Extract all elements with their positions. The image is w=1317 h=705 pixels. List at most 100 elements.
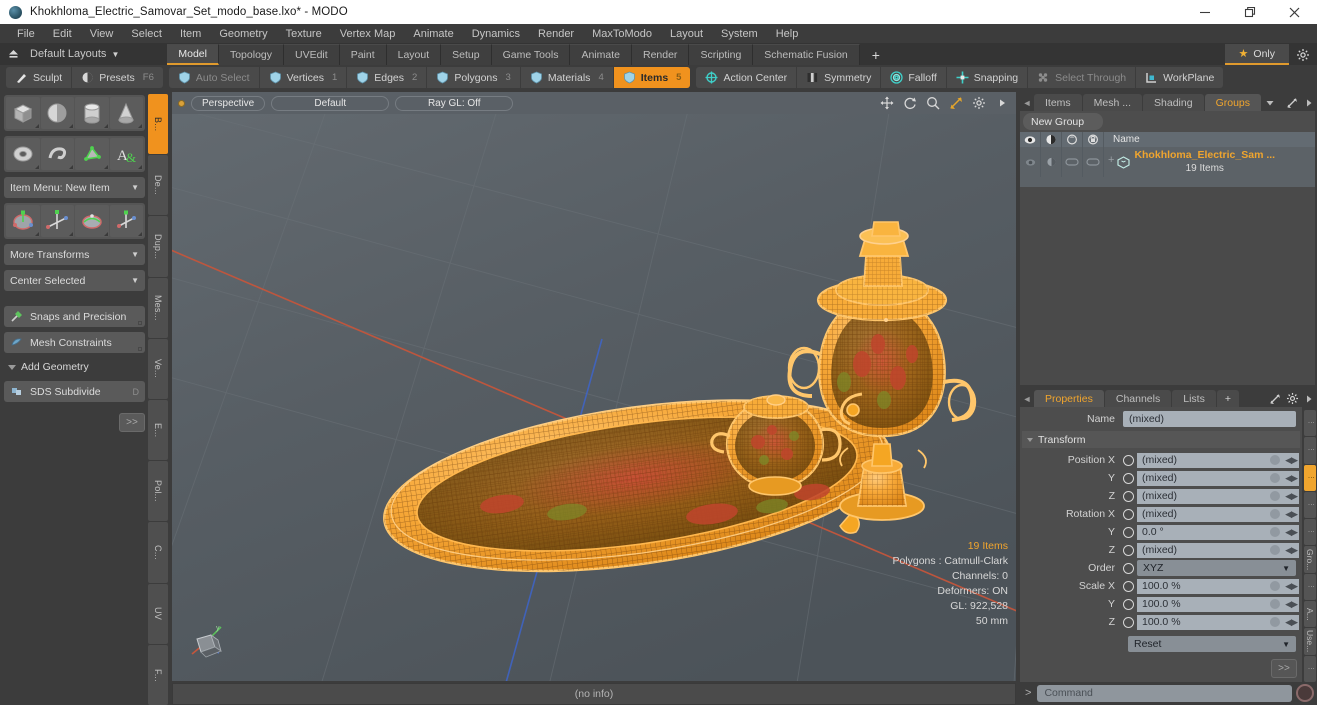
mode-button-presets[interactable]: Presets F6 (71, 67, 163, 88)
render-icon[interactable] (1062, 132, 1083, 147)
tab-mesh[interactable]: Mesh ... (1082, 94, 1143, 111)
menu-item-edit[interactable]: Edit (44, 24, 81, 44)
transform-field-2-channel-dot[interactable] (1123, 490, 1134, 502)
viewport-projection-button[interactable]: Perspective (191, 95, 266, 111)
row-render-toggle[interactable] (1062, 147, 1083, 177)
mode-button-vertices[interactable]: Vertices 1 (258, 67, 347, 88)
transform-field-3-channel-dot[interactable] (1123, 508, 1134, 520)
mode-button-edges[interactable]: Edges 2 (346, 67, 426, 88)
mode-button-items[interactable]: Items 5 (612, 67, 691, 88)
order-channel-dot[interactable] (1123, 562, 1134, 574)
transform-field-1-stepper[interactable]: ◀▶ (1285, 473, 1298, 484)
menu-item-vertex-map[interactable]: Vertex Map (331, 24, 405, 44)
transform-field-1-input[interactable]: (mixed) ◀▶ (1137, 470, 1299, 486)
transform-field-1-channel-dot[interactable] (1123, 472, 1134, 484)
expand-toolbox-button[interactable]: >> (119, 413, 145, 432)
sphere-icon[interactable] (40, 97, 74, 129)
transform-field-2-anim-dot[interactable] (1270, 491, 1280, 501)
shade-icon[interactable] (1041, 132, 1062, 147)
scale-field-2-input[interactable]: 100.0 % ◀▶ (1137, 614, 1299, 630)
transform-field-1-anim-dot[interactable] (1270, 473, 1280, 483)
row-eye-toggle[interactable] (1020, 147, 1041, 177)
left-vtab-e[interactable]: E... (148, 400, 168, 461)
new-group-button[interactable]: New Group (1023, 113, 1103, 130)
default-layouts-dropdown[interactable]: Default Layouts ▼ (26, 44, 127, 65)
transform-field-3-stepper[interactable]: ◀▶ (1285, 509, 1298, 520)
menu-item-file[interactable]: File (8, 24, 44, 44)
left-vtab-uv[interactable]: UV (148, 583, 168, 644)
chevron-left-icon[interactable]: ◄ (1021, 94, 1033, 111)
record-icon[interactable] (1296, 684, 1314, 702)
viewport-state-dot[interactable] (178, 99, 185, 107)
transform-field-0-stepper[interactable]: ◀▶ (1285, 455, 1298, 466)
cylinder-icon[interactable] (75, 97, 109, 129)
layout-tab-setup[interactable]: Setup (441, 44, 492, 65)
menu-item-select[interactable]: Select (122, 24, 171, 44)
mode-button-snapping[interactable]: Snapping (945, 67, 1027, 88)
resize-handle[interactable] (138, 347, 142, 351)
scale-field-1-channel-dot[interactable] (1123, 598, 1134, 610)
transform-field-0-channel-dot[interactable] (1123, 454, 1134, 466)
transform-field-3-input[interactable]: (mixed) ◀▶ (1137, 506, 1299, 522)
row-shade-toggle[interactable] (1041, 147, 1062, 177)
menu-item-item[interactable]: Item (171, 24, 210, 44)
prop-vtab-1[interactable]: ⋮ (1304, 437, 1316, 464)
prop-vtab-5[interactable]: Gro... (1304, 546, 1316, 573)
spiral-icon[interactable] (40, 138, 74, 170)
command-input[interactable]: Command (1037, 684, 1292, 702)
scale-field-0-anim-dot[interactable] (1270, 581, 1280, 591)
menu-item-help[interactable]: Help (767, 24, 808, 44)
expand-icon[interactable] (1284, 94, 1300, 111)
row-lock-toggle[interactable] (1083, 147, 1104, 177)
scale-field-2-channel-dot[interactable] (1123, 616, 1134, 628)
layout-tab-topology[interactable]: Topology (218, 44, 284, 65)
more-transforms-dropdown[interactable]: More Transforms ▼ (4, 244, 145, 265)
tab-add[interactable]: + (1216, 390, 1239, 407)
layout-tab-paint[interactable]: Paint (339, 44, 387, 65)
scale-field-1-anim-dot[interactable] (1270, 599, 1280, 609)
menu-item-maxtomodo[interactable]: MaxToModo (583, 24, 661, 44)
prop-vtab-6[interactable]: ⋮ (1304, 573, 1316, 601)
cube-icon[interactable] (6, 97, 40, 129)
axis-orientation-cube[interactable]: y (188, 621, 234, 663)
tab-groups[interactable]: Groups (1204, 94, 1262, 111)
prop-vtab-4[interactable]: ⋮ (1304, 519, 1316, 546)
layout-tab-game-tools[interactable]: Game Tools (491, 44, 571, 65)
order-dropdown[interactable]: XYZ ▼ (1137, 560, 1296, 576)
menu-item-animate[interactable]: Animate (404, 24, 462, 44)
viewport-style-button[interactable]: Default (271, 95, 390, 111)
zoom-icon[interactable] (924, 95, 941, 112)
transform-field-3-anim-dot[interactable] (1270, 509, 1280, 519)
tab-items[interactable]: Items (1034, 94, 1082, 111)
menu-item-geometry[interactable]: Geometry (210, 24, 276, 44)
scale-field-0-input[interactable]: 100.0 % ◀▶ (1137, 578, 1299, 594)
transform-field-4-stepper[interactable]: ◀▶ (1285, 527, 1298, 538)
pan-icon[interactable] (878, 95, 895, 112)
layout-tab-layout[interactable]: Layout (386, 44, 442, 65)
transform-section-header[interactable]: Transform (1022, 431, 1300, 448)
transform-field-2-input[interactable]: (mixed) ◀▶ (1137, 488, 1299, 504)
left-vtab-pol[interactable]: Pol... (148, 461, 168, 522)
gear-icon[interactable] (1284, 390, 1300, 407)
left-vtab-mes[interactable]: Mes... (148, 277, 168, 338)
sds-subdivide-button[interactable]: SDS Subdivide D (4, 381, 145, 402)
mode-button-falloff[interactable]: Falloff (880, 67, 945, 88)
mode-button-symmetry[interactable]: Symmetry (796, 67, 880, 88)
mode-button-action-center[interactable]: Action Center (696, 67, 796, 88)
scale-field-0-channel-dot[interactable] (1123, 580, 1134, 592)
mode-button-workplane[interactable]: WorkPlane (1135, 67, 1223, 88)
mode-button-sculpt[interactable]: Sculpt (6, 67, 71, 88)
fit-icon[interactable] (947, 95, 964, 112)
transform-field-4-input[interactable]: 0.0 ° ◀▶ (1137, 524, 1299, 540)
rotate-icon[interactable] (75, 205, 109, 237)
tab-lists[interactable]: Lists (1172, 390, 1216, 407)
scale-field-0-stepper[interactable]: ◀▶ (1285, 581, 1298, 592)
left-vtab-f[interactable]: F... (148, 644, 168, 705)
lock-icon[interactable] (1083, 132, 1104, 147)
cone-icon[interactable] (109, 97, 143, 129)
left-vtab-c[interactable]: C... (148, 522, 168, 583)
chevron-right-icon[interactable] (993, 95, 1010, 112)
tab-shading[interactable]: Shading (1143, 94, 1204, 111)
transform-field-5-channel-dot[interactable] (1123, 544, 1134, 556)
3d-viewport[interactable]: 19 Items Polygons : Catmull-Clark Channe… (172, 114, 1016, 681)
